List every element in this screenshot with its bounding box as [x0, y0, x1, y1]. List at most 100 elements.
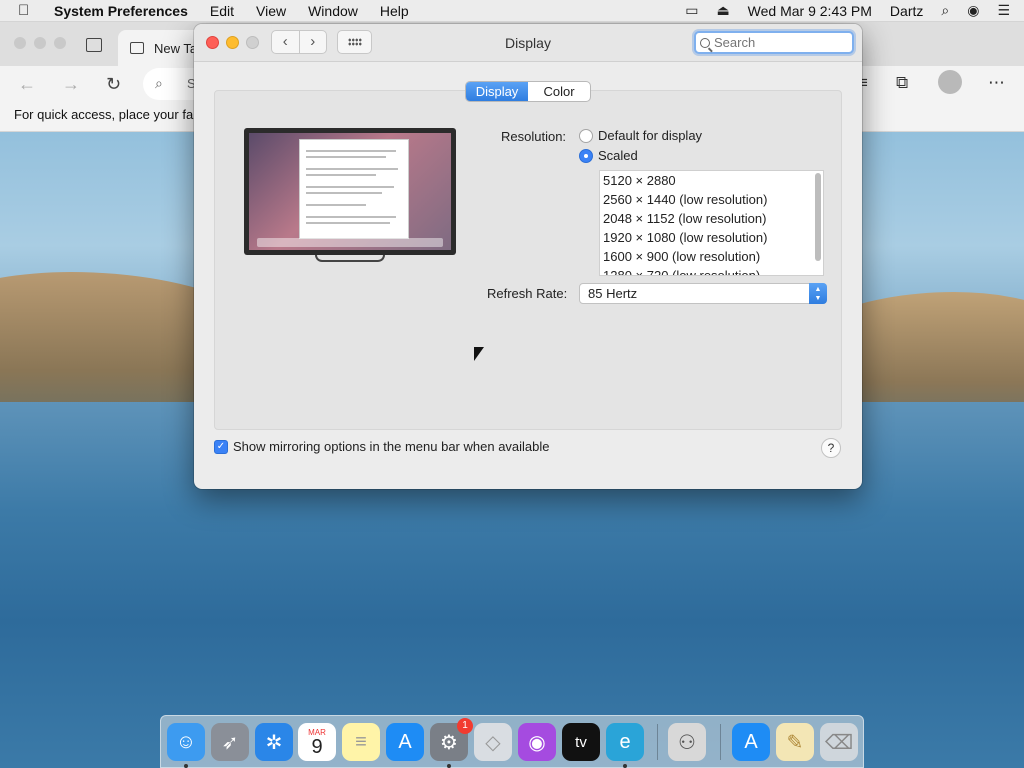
search-field[interactable] [694, 31, 854, 54]
preview-text-line [306, 174, 376, 176]
eject-icon[interactable]: ⏏ [716, 2, 729, 19]
photos-icon[interactable]: ◇ [474, 723, 512, 761]
running-indicator [184, 764, 188, 768]
preview-text-line [306, 168, 398, 170]
siri-icon[interactable]: ◉ [967, 2, 979, 19]
preview-text-line [306, 222, 390, 224]
menu-window[interactable]: Window [308, 3, 358, 19]
favorites-bar-hint: For quick access, place your fa [14, 107, 194, 122]
window-close-icon[interactable] [206, 36, 219, 49]
menu-clock[interactable]: Wed Mar 9 2:43 PM [748, 3, 872, 19]
display-preview-monitor [244, 128, 456, 255]
system-preferences-window: ‹ › Display Display Color [194, 24, 862, 489]
podcasts-icon[interactable]: ◉ [518, 723, 556, 761]
display-color-tabs: Display Color [465, 81, 591, 102]
resolution-list-item[interactable]: 2048 × 1152 (low resolution) [600, 209, 823, 228]
running-indicator [623, 764, 627, 768]
resolution-list-item[interactable]: 1600 × 900 (low resolution) [600, 247, 823, 266]
running-indicator [447, 764, 451, 768]
show-all-button[interactable] [337, 30, 372, 54]
spotlight-search-icon[interactable]: ⌕ [941, 2, 949, 19]
radio-scaled-label: Scaled [598, 148, 638, 163]
radio-default-label: Default for display [598, 128, 703, 143]
trash-icon[interactable]: ⌫ [820, 723, 858, 761]
resolution-list-item[interactable]: 1920 × 1080 (low resolution) [600, 228, 823, 247]
window-zoom-icon [246, 36, 259, 49]
mouse-cursor-icon [474, 347, 484, 361]
app-store-icon[interactable]: A [386, 723, 424, 761]
preview-text-line [306, 150, 396, 152]
apple-tv-label: tv [575, 733, 587, 751]
control-center-icon[interactable]: ☰ [997, 2, 1010, 19]
preview-text-line [306, 186, 394, 188]
calendar-day: 9 [311, 735, 323, 758]
help-button[interactable]: ? [821, 438, 841, 458]
system-preferences-icon[interactable]: ⚙ 1 [430, 718, 473, 761]
menu-bar:  System Preferences Edit View Window He… [0, 0, 1024, 22]
browser-more-icon[interactable]: ⋯ [988, 73, 1005, 93]
search-input[interactable] [714, 35, 844, 50]
resolution-scrollbar[interactable] [814, 173, 821, 273]
finder-icon[interactable]: ☺ [167, 723, 205, 761]
resolution-list-item[interactable]: 2560 × 1440 (low resolution) [600, 190, 823, 209]
menu-view[interactable]: View [256, 3, 286, 19]
refresh-rate-select[interactable]: 85 Hertz ▲ ▼ [579, 283, 827, 304]
launchpad-icon[interactable]: ➶ [211, 723, 249, 761]
preview-text-line [306, 192, 382, 194]
back-button[interactable]: ‹ [272, 31, 300, 53]
forward-button[interactable]: › [300, 31, 327, 53]
browser-profile-avatar[interactable] [938, 70, 962, 94]
apple-tv-icon[interactable]: tv [562, 723, 600, 761]
certificate-icon[interactable]: ✎ [776, 723, 814, 761]
apple-menu-icon[interactable]:  [18, 2, 40, 19]
address-search-icon: ⌕ [155, 75, 163, 91]
mirroring-label: Show mirroring options in the menu bar w… [233, 439, 550, 454]
dock-separator [720, 724, 721, 760]
preview-mini-dock [257, 238, 443, 247]
resolution-list[interactable]: 5120 × 2880 2560 × 1440 (low resolution)… [599, 170, 824, 276]
mirroring-checkbox[interactable]: ✓ [214, 439, 228, 454]
radio-scaled[interactable]: Scaled [579, 148, 638, 163]
menu-user[interactable]: Dartz [890, 3, 923, 19]
calendar-icon[interactable]: MAR 9 [298, 723, 336, 761]
browser-reload-icon[interactable]: ↻ [106, 74, 121, 95]
back-forward-buttons: ‹ › [271, 30, 327, 54]
menu-help[interactable]: Help [380, 3, 409, 19]
radio-default-icon[interactable] [579, 128, 593, 143]
tab-page-icon [130, 42, 144, 54]
mirroring-option[interactable]: ✓ Show mirroring options in the menu bar… [214, 439, 550, 454]
browser-back-icon[interactable]: ← [18, 74, 36, 95]
resolution-label: Resolution: [501, 129, 567, 144]
radio-default-for-display[interactable]: Default for display [579, 128, 702, 143]
browser-minimize-icon[interactable] [34, 37, 46, 49]
resolution-scroll-thumb[interactable] [815, 173, 821, 261]
safari-icon[interactable]: ✲ [255, 723, 293, 761]
browser-close-icon[interactable] [14, 37, 26, 49]
app-store-2-icon[interactable]: A [732, 723, 770, 761]
menu-app-name[interactable]: System Preferences [54, 3, 188, 19]
utility-icon[interactable]: ⚇ [668, 723, 706, 761]
browser-forward-icon[interactable]: → [62, 74, 80, 95]
notes-icon[interactable]: ≡ [342, 723, 380, 761]
preview-mini-window [299, 139, 409, 239]
grid-icon [347, 38, 362, 46]
chevron-up-down-icon: ▲ ▼ [809, 283, 827, 304]
edge-icon[interactable]: e [606, 723, 644, 761]
menu-edit[interactable]: Edit [210, 3, 234, 19]
search-icon [700, 37, 710, 48]
window-minimize-icon[interactable] [226, 36, 239, 49]
monitor-stand [315, 255, 385, 262]
resolution-list-item[interactable]: 5120 × 2880 [600, 171, 823, 190]
resolution-list-item[interactable]: 1280 × 720 (low resolution) [600, 266, 823, 275]
display-preview-screen [249, 133, 451, 250]
browser-zoom-icon[interactable] [54, 37, 66, 49]
display-mirroring-icon[interactable]: ▭ [685, 2, 698, 19]
dock: ☺ ➶ ✲ MAR 9 ≡ A ⚙ 1 ◇ ◉ tv e ⚇ A ✎ ⌫ [160, 715, 864, 768]
browser-sidebar-icon[interactable] [86, 38, 102, 52]
tab-color[interactable]: Color [528, 82, 590, 101]
radio-scaled-icon[interactable] [579, 148, 593, 163]
tab-display[interactable]: Display [466, 82, 528, 101]
window-titlebar[interactable]: ‹ › Display [194, 24, 862, 62]
browser-collections-icon[interactable]: ⧉ [896, 73, 908, 93]
browser-tab-title: New Ta [154, 40, 198, 56]
